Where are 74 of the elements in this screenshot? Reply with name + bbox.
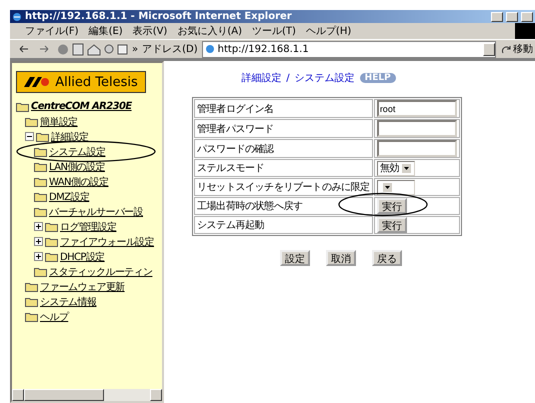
tree-item[interactable]: WAN側の設定 [49,174,108,188]
folder-icon [25,282,38,292]
tree-item[interactable]: スタティックルーティン [49,264,152,278]
setting-label: 工場出荷時の状態へ戻す [194,197,373,215]
setting-label: 管理者ログイン名 [194,99,373,118]
expand-icon[interactable] [34,222,43,231]
toolbar-chevron[interactable]: » [132,44,138,54]
go-arrow-icon [502,44,511,54]
go-button[interactable]: 移動 [500,42,535,56]
folder-icon [25,312,38,322]
breadcrumb-link[interactable]: システム設定 [294,71,355,85]
folder-icon [16,102,29,112]
tree-item[interactable]: DMZ設定 [49,190,90,204]
address-field[interactable]: http://192.168.1.1 [202,40,496,58]
password-field[interactable] [376,120,457,137]
setting-label: リセットスイッチをリブートのみに限定 [194,178,373,196]
dropdown[interactable]: 無効 [376,160,415,176]
folder-icon [25,296,38,306]
expand-icon[interactable] [34,252,43,261]
dropdown[interactable] [376,180,415,195]
scrollbar[interactable] [12,389,162,401]
setting-label: パスワードの確認 [194,139,373,158]
menu-item[interactable]: 表示(V) [128,24,172,38]
folder-icon [34,192,47,202]
menu-item[interactable]: お気に入り(A) [172,24,247,38]
tree-item[interactable]: バーチャルサーバー設 [49,204,144,218]
folder-icon [34,176,47,186]
run-button[interactable]: 実行 [376,198,407,214]
tree-item[interactable]: ログ管理設定 [60,220,116,234]
address-label: アドレス(D) [142,43,198,56]
run-button[interactable]: 実行 [376,217,407,233]
close-button[interactable] [521,12,533,22]
breadcrumb-separator: / [286,72,290,84]
folder-icon [34,146,47,156]
folder-icon [34,162,47,172]
tree-item[interactable]: LAN側の設定 [49,160,105,174]
window-title: http://192.168.1.1 - Microsoft Internet Explorer [25,11,293,22]
collapse-icon[interactable] [25,132,34,141]
folder-icon [45,236,58,246]
dropdown-arrow-icon[interactable] [402,164,412,172]
form-button[interactable]: 設定 [280,250,310,266]
folder-icon [36,132,49,142]
folder-icon [25,116,38,126]
toolbar-icons-drawing[interactable] [18,42,128,56]
menu-item[interactable]: 編集(E) [84,24,128,38]
setting-label: 管理者パスワード [194,119,373,138]
tree-item[interactable]: DHCP設定 [60,250,105,264]
setting-label: ステルスモード [194,159,373,177]
breadcrumb-link[interactable]: 詳細設定 [241,71,282,85]
password-field[interactable] [376,140,457,157]
form-button[interactable]: 取消 [326,250,356,266]
tree-item[interactable]: ヘルプ [40,310,68,324]
tree-item[interactable]: ファイアウォール設定 [60,234,154,248]
page-icon [204,44,215,54]
expand-icon[interactable] [34,237,43,246]
tree-item[interactable]: 簡単設定 [40,114,78,128]
minimize-button[interactable] [491,12,503,22]
tree-item[interactable]: CentreCOM AR230E [31,101,132,112]
folder-icon [34,266,47,276]
menu-item[interactable]: ツール(T) [247,24,301,38]
maximize-button[interactable] [506,12,518,22]
dropdown-arrow-icon[interactable] [382,182,392,192]
folder-icon [45,252,58,262]
folder-icon [34,206,47,216]
setting-label: システム再起動 [194,216,373,234]
input-field[interactable]: root [376,100,457,117]
menu-item[interactable]: ヘルプ(H) [300,24,356,38]
menu-item[interactable]: ファイル(F) [20,24,84,38]
tree-item[interactable]: システム情報 [40,294,96,308]
tree-item[interactable]: ファームウェア更新 [40,280,125,294]
logo: Allied Telesis [16,71,146,93]
tree-item[interactable]: 詳細設定 [51,130,89,144]
folder-icon [45,222,58,232]
form-button[interactable]: 戻る [372,250,402,266]
